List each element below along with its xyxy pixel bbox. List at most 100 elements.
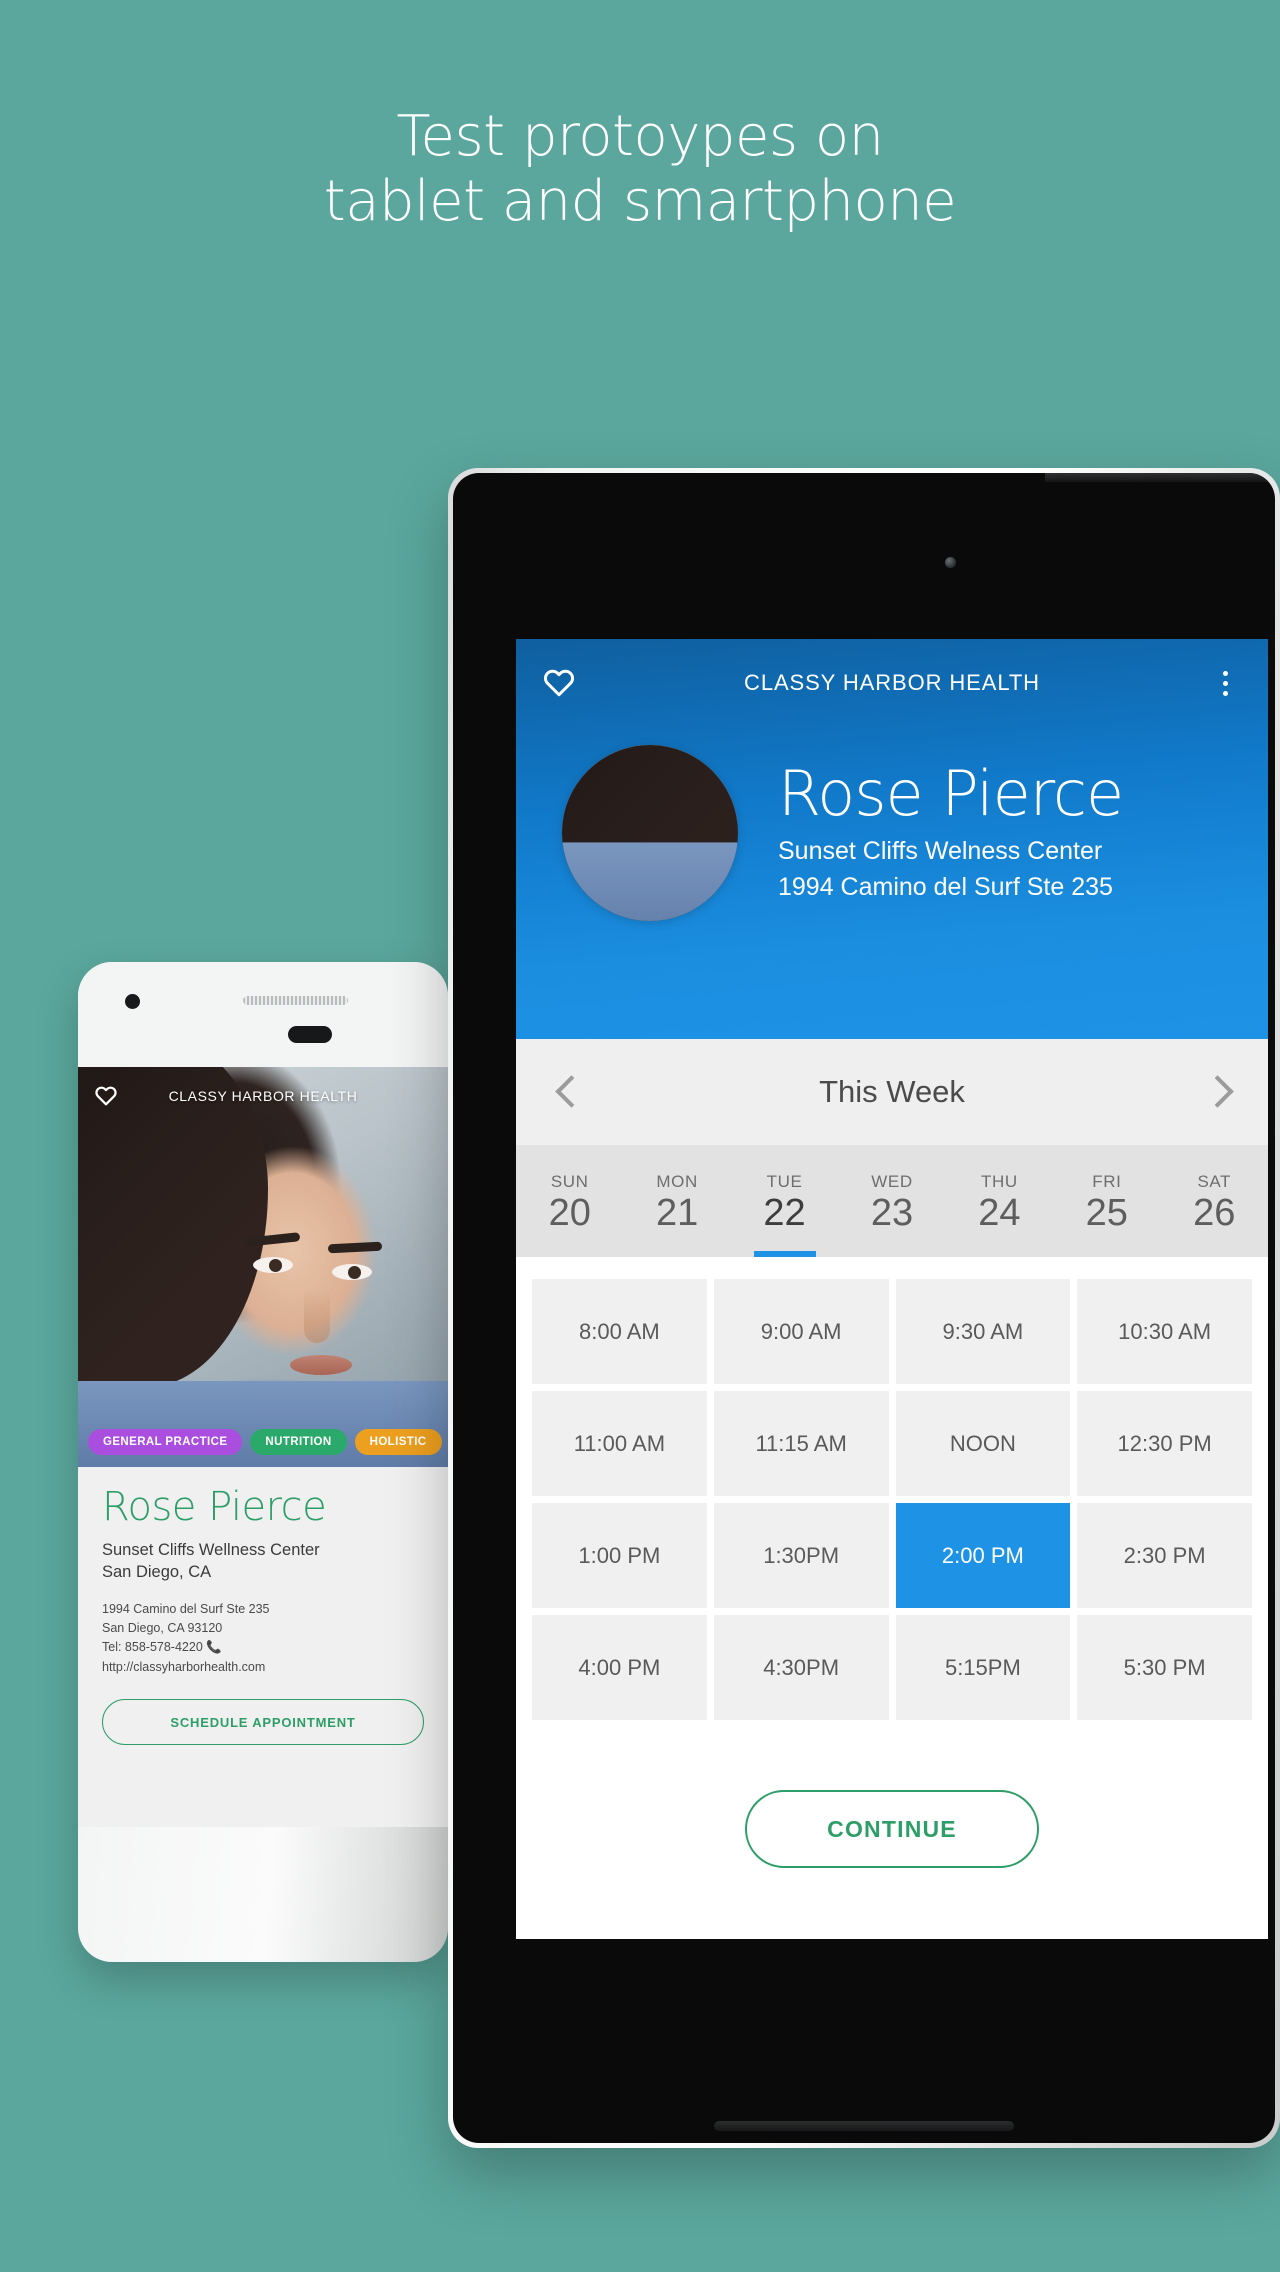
day-cell-selected[interactable]: TUE 22 [731, 1145, 838, 1257]
time-slot[interactable]: 5:30 PM [1077, 1615, 1252, 1720]
photo-nose [304, 1289, 330, 1343]
day-cell[interactable]: MON 21 [623, 1145, 730, 1257]
day-cell[interactable]: THU 24 [946, 1145, 1053, 1257]
day-number: 23 [870, 1191, 914, 1234]
photo-eye-left [253, 1257, 293, 1273]
day-name: FRI [1092, 1171, 1122, 1191]
tablet-provider-name: Rose Pierce [778, 756, 1124, 830]
continue-button[interactable]: CONTINUE [745, 1790, 1039, 1868]
tablet-facility-name: Sunset Cliffs Welness Center [778, 837, 1103, 866]
photo-scrubs [562, 842, 738, 921]
specialty-tag-list: GENERAL PRACTICE NUTRITION HOLISTIC [88, 1429, 442, 1455]
tablet-bottom-accent [714, 2121, 1014, 2131]
tablet-profile-text: Rose Pierce Sunset Cliffs Welness Center… [738, 756, 1124, 905]
time-slot[interactable]: 1:30PM [713, 1503, 889, 1608]
day-name: TUE [766, 1171, 803, 1191]
kebab-menu-icon[interactable] [1208, 670, 1242, 696]
phone-screen: CLASSY HARBOR HEALTH GENERAL PRACTICE NU… [78, 1067, 448, 1827]
avatar [562, 745, 738, 921]
day-selector-strip: SUN 20 MON 21 TUE 22 WED 23 THU 24 FRI 2… [516, 1145, 1268, 1257]
day-number: 24 [978, 1191, 1021, 1234]
time-slot[interactable]: 5:15PM [895, 1615, 1071, 1720]
kebab-dot [1222, 690, 1228, 696]
tablet-screen: CLASSY HARBOR HEALTH Rose Pierce Sunset … [516, 639, 1268, 1939]
phone-website-link[interactable]: http://classyharborhealth.com [102, 1658, 424, 1677]
phone-telephone-text: Tel: 858-578-4220 [102, 1640, 203, 1655]
phone-front-camera-icon [125, 994, 140, 1009]
tablet-device: CLASSY HARBOR HEALTH Rose Pierce Sunset … [448, 468, 1280, 2148]
day-name: WED [871, 1171, 913, 1191]
day-number: 22 [763, 1191, 806, 1234]
provider-photo [78, 1067, 448, 1467]
tablet-bezel-highlight [1045, 473, 1275, 482]
time-slot[interactable]: 9:30 AM [895, 1279, 1071, 1384]
phone-address-line-2: San Diego, CA 93120 [102, 1620, 223, 1635]
chevron-right-icon[interactable] [1192, 1069, 1238, 1115]
phone-top-bezel [78, 962, 448, 1067]
time-slot[interactable]: 1:00 PM [532, 1503, 707, 1608]
phone-facility-name: Sunset Cliffs Wellness Center [102, 1541, 320, 1559]
tablet-profile-row: Rose Pierce Sunset Cliffs Welness Center… [516, 727, 1268, 921]
time-slot[interactable]: 10:30 AM [1077, 1279, 1252, 1384]
day-number: 21 [655, 1191, 699, 1234]
tablet-app-header: CLASSY HARBOR HEALTH Rose Pierce Sunset … [516, 639, 1268, 1039]
time-slot[interactable]: 8:00 AM [532, 1279, 707, 1384]
time-slot[interactable]: 4:30PM [713, 1615, 889, 1720]
phone-hero-image: CLASSY HARBOR HEALTH GENERAL PRACTICE NU… [78, 1067, 448, 1467]
phone-speaker-grille [243, 996, 348, 1005]
time-slot-selected[interactable]: 2:00 PM [895, 1503, 1071, 1608]
kebab-dot [1222, 670, 1228, 676]
specialty-tag[interactable]: GENERAL PRACTICE [88, 1429, 243, 1455]
day-cell[interactable]: WED 23 [838, 1145, 945, 1257]
phone-contact-block: 1994 Camino del Surf Ste 235 San Diego, … [102, 1600, 424, 1678]
phone-facility-block: Sunset Cliffs Wellness Center San Diego,… [102, 1539, 424, 1584]
time-slot-grid: 8:00 AM 9:00 AM 9:30 AM 10:30 AM 11:00 A… [516, 1257, 1268, 1720]
heart-icon[interactable] [94, 1084, 118, 1108]
day-number: 26 [1193, 1191, 1236, 1234]
time-slot[interactable]: 9:00 AM [713, 1279, 889, 1384]
headline-line-2: tablet and smartphone [323, 168, 957, 234]
day-number: 25 [1085, 1191, 1128, 1234]
headline-line-1: Test protoypes on [396, 104, 884, 169]
time-slot[interactable]: 4:00 PM [532, 1615, 707, 1720]
smartphone-device: CLASSY HARBOR HEALTH GENERAL PRACTICE NU… [78, 962, 448, 1962]
time-slot[interactable]: 11:00 AM [532, 1391, 707, 1496]
tablet-address-line: 1994 Camino del Surf Ste 235 [778, 872, 1113, 901]
specialty-tag[interactable]: NUTRITION [250, 1429, 347, 1455]
phone-app-bar: CLASSY HARBOR HEALTH [78, 1067, 448, 1125]
time-slot[interactable]: 11:15 AM [713, 1391, 889, 1496]
phone-app-title: CLASSY HARBOR HEALTH [168, 1088, 358, 1104]
week-label: This Week [819, 1074, 965, 1109]
day-number: 20 [548, 1191, 591, 1234]
chevron-left-icon[interactable] [546, 1069, 592, 1115]
day-name: MON [656, 1171, 698, 1191]
day-name: SUN [550, 1171, 589, 1191]
day-cell[interactable]: SAT 26 [1161, 1145, 1268, 1257]
phone-telephone-line[interactable]: Tel: 858-578-4220 📞 [102, 1638, 424, 1657]
phone-provider-name: Rose Pierce [102, 1484, 327, 1530]
photo-eye-right [332, 1264, 372, 1280]
provider-photo [562, 745, 738, 921]
week-navigation: This Week [516, 1039, 1268, 1145]
day-name: THU [981, 1171, 1018, 1191]
schedule-appointment-button[interactable]: SCHEDULE APPOINTMENT [102, 1699, 424, 1746]
phone-address-line-1: 1994 Camino del Surf Ste 235 [102, 1601, 270, 1616]
phone-icon: 📞 [206, 1640, 222, 1655]
time-slot[interactable]: NOON [895, 1391, 1071, 1496]
page-headline: Test protoypes on tablet and smartphone [0, 104, 1280, 235]
time-slot[interactable]: 2:30 PM [1077, 1503, 1252, 1608]
phone-earpiece [288, 1026, 332, 1043]
continue-button-row: CONTINUE [516, 1790, 1268, 1868]
kebab-dot [1222, 680, 1228, 686]
day-cell[interactable]: SUN 20 [516, 1145, 623, 1257]
time-slot[interactable]: 12:30 PM [1077, 1391, 1252, 1496]
photo-brow-right [327, 1241, 383, 1254]
heart-icon[interactable] [542, 666, 576, 700]
day-cell[interactable]: FRI 25 [1053, 1145, 1160, 1257]
day-name: SAT [1197, 1171, 1232, 1191]
photo-lips [290, 1355, 352, 1375]
tablet-app-bar: CLASSY HARBOR HEALTH [516, 639, 1268, 727]
specialty-tag[interactable]: HOLISTIC [354, 1429, 442, 1455]
phone-facility-city: San Diego, CA [102, 1563, 212, 1582]
tablet-app-title: CLASSY HARBOR HEALTH [744, 670, 1040, 695]
